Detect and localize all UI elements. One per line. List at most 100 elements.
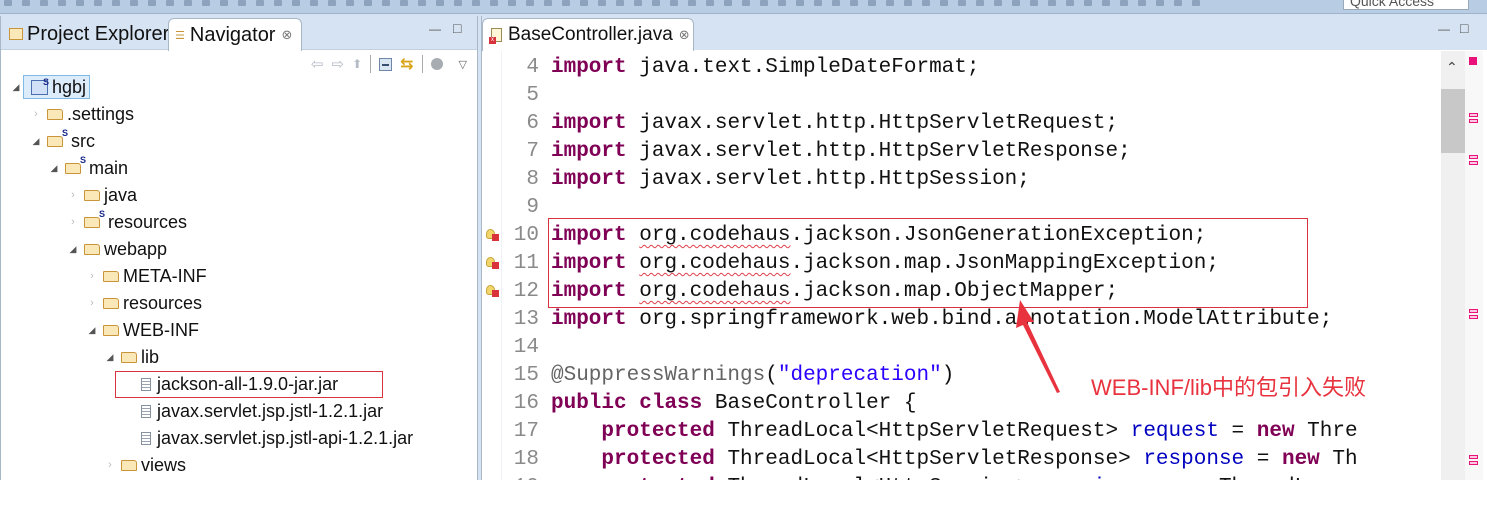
tab-navigator[interactable]: ☰ Navigator ⊗ <box>168 18 302 51</box>
scroll-up-icon[interactable]: ⌃ <box>1446 59 1458 76</box>
code-text: import java.text.SimpleDateFormat; <box>551 56 980 79</box>
tree-item-jstl-jar[interactable]: javax.servlet.jsp.jstl-1.2.1.jar <box>137 398 383 424</box>
view-toolbar: ⇦ ⇨ ⬆ ⇆ ▽ <box>311 54 467 74</box>
source-folder-icon <box>65 155 86 174</box>
tree-item-web-inf[interactable]: ◢ WEB-INF <box>85 317 199 343</box>
tree-item-src[interactable]: ◢ src <box>29 128 95 154</box>
line-number: 6 <box>526 112 539 135</box>
overview-marker[interactable] <box>1469 113 1478 117</box>
overview-marker[interactable] <box>1469 455 1478 459</box>
maximize-button[interactable]: □ <box>1460 20 1468 36</box>
close-icon[interactable]: ⊗ <box>281 27 292 43</box>
code-line[interactable]: 19 protected ThreadLocal<HttpSession> se… <box>482 474 1442 480</box>
tree-item-settings[interactable]: › .settings <box>29 101 134 127</box>
expanded-icon[interactable]: ◢ <box>29 136 43 147</box>
collapse-all-icon[interactable] <box>379 57 393 71</box>
line-number: 5 <box>526 84 539 107</box>
toolbar-separator <box>421 55 423 73</box>
tree-item-jstl-api-jar[interactable]: javax.servlet.jsp.jstl-api-1.2.1.jar <box>137 425 413 451</box>
editor-tab-bar: BaseController.java ⊗ — □ <box>482 16 1487 51</box>
code-line[interactable]: 7 import javax.servlet.http.HttpServletRe… <box>482 138 1442 166</box>
overview-marker[interactable] <box>1469 161 1478 165</box>
code-text: protected ThreadLocal<HttpSession> sessi… <box>551 474 1319 480</box>
close-icon[interactable]: ⊗ <box>679 27 690 43</box>
tree-item-lib[interactable]: ◢ lib <box>103 344 159 370</box>
quick-fix-error-icon[interactable] <box>486 229 499 241</box>
tree-item-resources-src[interactable]: › resources <box>66 209 187 235</box>
tree-item-views[interactable]: › views <box>103 452 186 478</box>
code-text: import javax.servlet.http.HttpServletRes… <box>551 140 1131 163</box>
code-text: import javax.servlet.http.HttpServletReq… <box>551 112 1119 135</box>
tree-item-label: main <box>89 157 129 178</box>
tree-item-resources-webapp[interactable]: › resources <box>85 290 202 316</box>
collapsed-icon[interactable]: › <box>103 459 117 471</box>
filters-icon[interactable] <box>430 58 443 70</box>
source-folder-icon <box>84 209 105 228</box>
tree-item-java[interactable]: › java <box>66 182 137 208</box>
code-line[interactable]: 8 import javax.servlet.http.HttpSession; <box>482 166 1442 194</box>
code-line[interactable]: 5 <box>482 82 1442 110</box>
folder-icon <box>103 324 119 336</box>
highlight-box-imports <box>548 218 1308 308</box>
overview-marker[interactable] <box>1469 119 1478 123</box>
overview-marker[interactable] <box>1469 315 1478 319</box>
folder-icon <box>121 351 137 363</box>
minimize-button[interactable]: — <box>1438 22 1450 36</box>
expanded-icon[interactable]: ◢ <box>103 352 117 363</box>
toolbar-icons[interactable] <box>4 0 1200 8</box>
view-menu-icon[interactable]: ▽ <box>459 58 467 71</box>
collapsed-icon[interactable]: › <box>66 216 80 228</box>
minimize-button[interactable]: — <box>429 22 441 36</box>
tree-item-main[interactable]: ◢ main <box>47 155 128 181</box>
line-number: 10 <box>513 224 539 247</box>
annotation-label: WEB-INF/lib中的包引入失败 <box>1091 375 1367 400</box>
tree-item-label: javax.servlet.jsp.jstl-1.2.1.jar <box>157 400 384 421</box>
tab-basecontroller-java[interactable]: BaseController.java ⊗ <box>482 18 694 51</box>
expanded-icon[interactable]: ◢ <box>9 82 23 93</box>
error-indicator-icon[interactable] <box>1469 57 1477 65</box>
collapsed-icon[interactable]: › <box>66 189 80 201</box>
quick-fix-error-icon[interactable] <box>486 285 499 297</box>
overview-marker[interactable] <box>1469 309 1478 313</box>
line-number: 15 <box>513 364 539 387</box>
overview-marker[interactable] <box>1469 461 1478 465</box>
line-number: 18 <box>513 448 539 471</box>
code-line[interactable]: 14 <box>482 334 1442 362</box>
overview-marker[interactable] <box>1469 155 1478 159</box>
tree-item-hgbj[interactable]: ◢ hgbj <box>9 74 91 100</box>
collapsed-icon[interactable]: › <box>29 108 43 120</box>
maximize-button[interactable]: □ <box>453 20 461 36</box>
code-line[interactable]: 18 protected ThreadLocal<HttpServletResp… <box>482 446 1442 474</box>
tree-item-label: resources <box>108 211 188 232</box>
line-number: 11 <box>513 252 539 275</box>
vertical-scrollbar[interactable]: ⌃ <box>1441 51 1465 480</box>
expanded-icon[interactable]: ◢ <box>47 163 61 174</box>
link-with-editor-icon[interactable]: ⇆ <box>400 54 413 74</box>
code-line[interactable]: 13 import org.springframework.web.bind.an… <box>482 306 1442 334</box>
folder-icon <box>47 108 63 120</box>
view-tab-bar: Project Explorer ☰ Navigator ⊗ — □ <box>1 16 477 51</box>
line-number: 7 <box>526 140 539 163</box>
tree-item-webapp[interactable]: ◢ webapp <box>66 236 168 262</box>
expanded-icon[interactable]: ◢ <box>66 244 80 255</box>
code-line[interactable]: 17 protected ThreadLocal<HttpServletRequ… <box>482 418 1442 446</box>
quick-fix-error-icon[interactable] <box>486 257 499 269</box>
code-line[interactable]: 4 import java.text.SimpleDateFormat; <box>482 54 1442 82</box>
line-number: 13 <box>513 308 539 331</box>
collapsed-icon[interactable]: › <box>85 297 99 309</box>
tree-item-label: META-INF <box>123 265 207 286</box>
quick-access-input[interactable]: Quick Access <box>1343 0 1469 10</box>
collapsed-icon[interactable]: › <box>85 270 99 282</box>
tab-project-explorer[interactable]: Project Explorer <box>3 18 175 50</box>
back-icon[interactable]: ⇦ <box>311 55 324 73</box>
scrollbar-thumb[interactable] <box>1441 89 1465 153</box>
expanded-icon[interactable]: ◢ <box>85 325 99 336</box>
project-explorer-icon <box>9 28 23 40</box>
folder-icon <box>84 189 100 201</box>
tab-label: Navigator <box>189 23 276 46</box>
forward-icon[interactable]: ⇨ <box>331 55 344 73</box>
tree-item-meta-inf[interactable]: › META-INF <box>85 263 207 289</box>
code-line[interactable]: 6 import javax.servlet.http.HttpServletRe… <box>482 110 1442 138</box>
code-text: public class BaseController { <box>551 392 917 415</box>
up-icon[interactable]: ⬆ <box>352 57 362 71</box>
